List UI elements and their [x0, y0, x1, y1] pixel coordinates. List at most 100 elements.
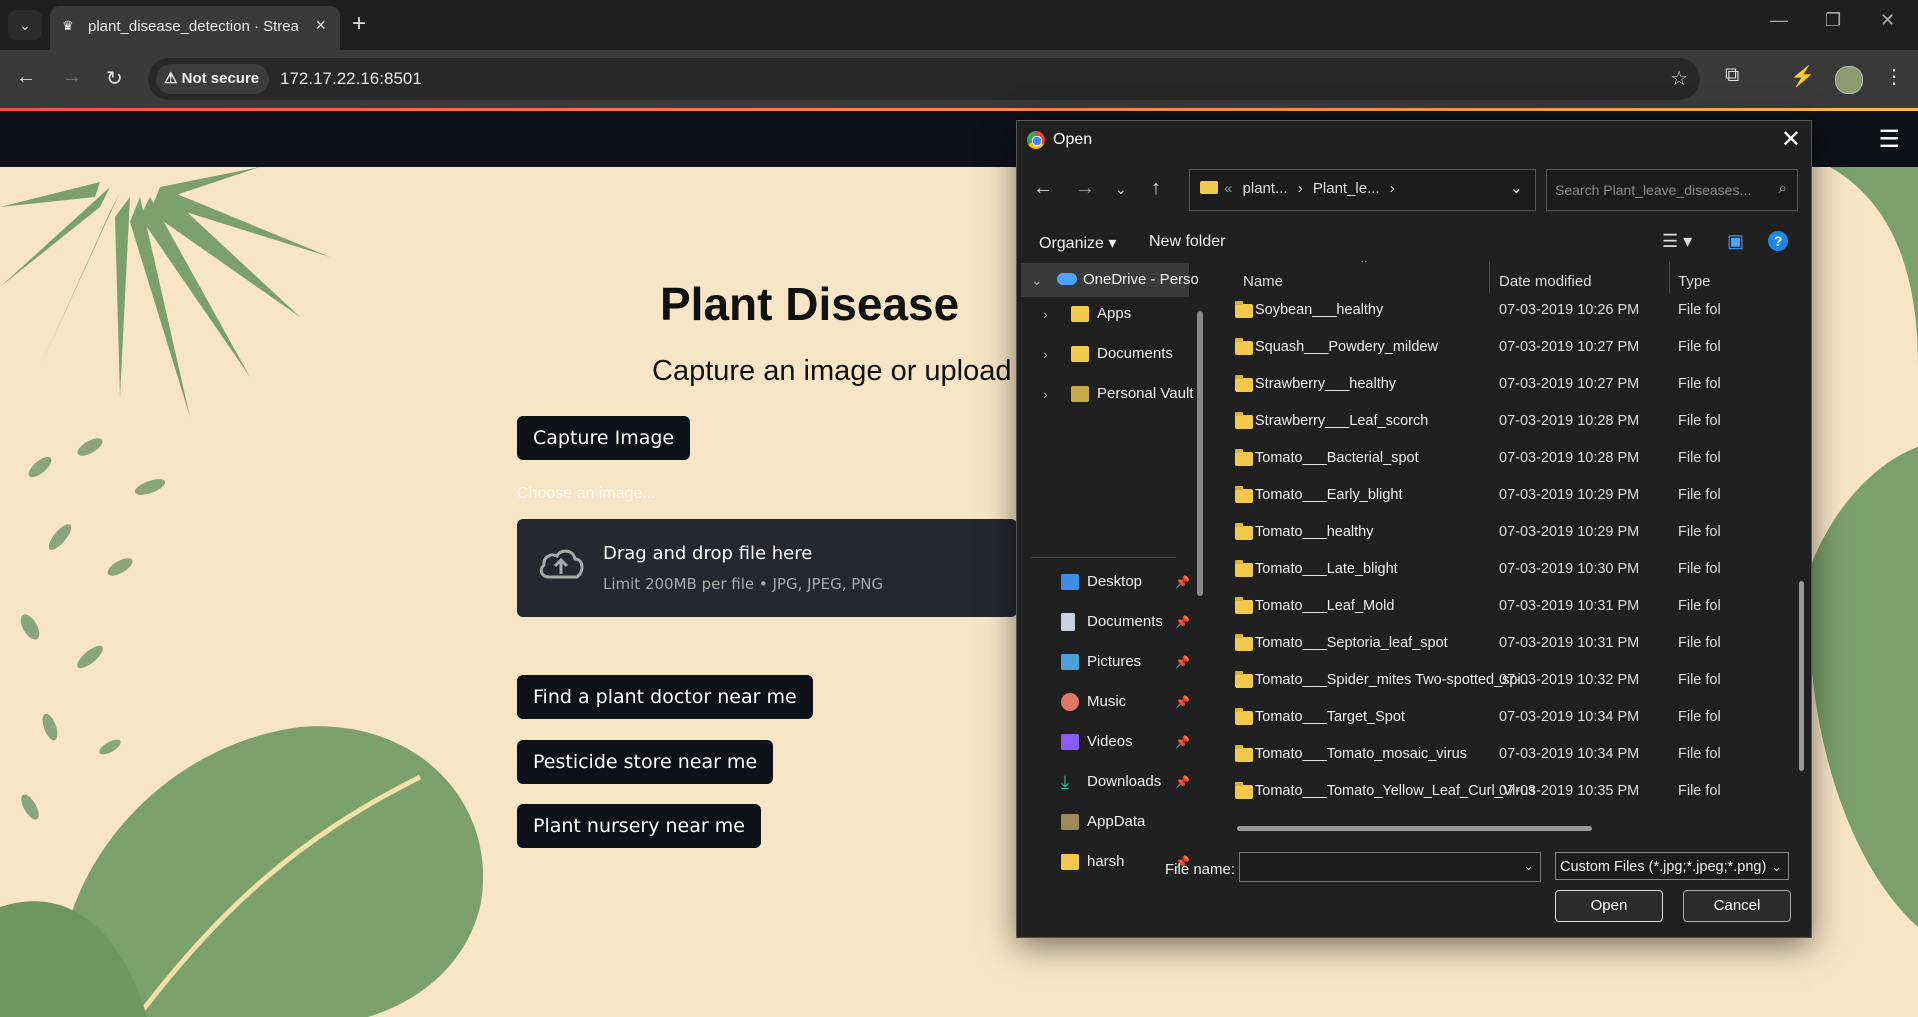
new-tab-icon[interactable]: +	[352, 10, 366, 38]
command-bar: Organize ▾ New folder ☰ ▾ ▣ ?	[1017, 221, 1811, 261]
expand-chevron-icon[interactable]: ⌄	[1031, 263, 1043, 297]
column-divider[interactable]	[1489, 261, 1490, 293]
nav-scrollbar[interactable]	[1197, 311, 1203, 596]
file-name-dropdown-icon[interactable]: ⌄	[1523, 858, 1534, 874]
file-row[interactable]: Tomato___Spider_mites Two-spotted_spi...…	[1213, 663, 1773, 700]
nav-music[interactable]: Music 📌	[1017, 685, 1190, 719]
file-row[interactable]: Squash___Powdery_mildew 07-03-2019 10:27 …	[1213, 330, 1773, 367]
expand-chevron-icon[interactable]: ›	[1043, 297, 1048, 331]
search-placeholder: Search Plant_leave_diseases...	[1555, 182, 1752, 198]
minimize-icon[interactable]: —	[1770, 10, 1788, 31]
help-icon[interactable]: ?	[1768, 231, 1788, 251]
dialog-forward-icon[interactable]: →	[1075, 177, 1095, 200]
file-name-label: File name:	[1165, 861, 1236, 878]
file-list-vertical-scrollbar[interactable]	[1799, 581, 1804, 771]
organize-button[interactable]: Organize ▾	[1039, 233, 1116, 253]
up-folder-icon[interactable]: ↑	[1151, 177, 1161, 200]
file-row[interactable]: Strawberry___healthy 07-03-2019 10:27 PM F…	[1213, 367, 1773, 404]
nav-appdata[interactable]: AppData	[1017, 805, 1189, 839]
nav-harsh[interactable]: harsh 📌	[1017, 845, 1190, 879]
breadcrumb-dropdown-icon[interactable]: ⌄	[1510, 178, 1523, 198]
nav-documents[interactable]: Documents 📌	[1017, 605, 1190, 639]
dialog-search-input[interactable]: Search Plant_leave_diseases... ⌕	[1546, 169, 1798, 211]
nav-personal-vault[interactable]: › Personal Vault	[1017, 377, 1193, 411]
change-view-icon[interactable]: ☰ ▾	[1662, 231, 1692, 252]
file-row[interactable]: Tomato___Leaf_Mold 07-03-2019 10:31 PM Fil…	[1213, 589, 1773, 626]
security-chip[interactable]: ⚠ Not secure	[156, 64, 270, 94]
file-type-filter[interactable]: Custom Files (*.jpg;*.jpeg;*.png) ⌄	[1555, 852, 1789, 880]
address-bar[interactable]: ⚠ Not secure 172.17.22.16:8501 ☆	[148, 58, 1700, 100]
address-breadcrumb[interactable]: « plant... › Plant_le... › ⌄ ↻	[1189, 169, 1691, 211]
new-folder-button[interactable]: New folder	[1149, 233, 1225, 251]
file-row[interactable]: Tomato___Target_Spot 07-03-2019 10:34 PM F…	[1213, 700, 1773, 737]
column-name[interactable]: Name	[1243, 273, 1283, 290]
restore-icon[interactable]: ❐	[1825, 10, 1841, 31]
file-row[interactable]: Tomato___Tomato_Yellow_Leaf_Curl_Virus 07…	[1213, 774, 1773, 811]
file-dropzone[interactable]: Drag and drop file here Limit 200MB per …	[517, 519, 1017, 617]
url-text[interactable]: 172.17.22.16:8501	[280, 69, 422, 89]
capture-image-button[interactable]: Capture Image	[517, 416, 691, 460]
column-divider[interactable]	[1669, 261, 1670, 293]
nav-documents-cloud[interactable]: › Documents	[1017, 337, 1189, 371]
file-row[interactable]: Tomato___Septoria_leaf_spot 07-03-2019 10…	[1213, 626, 1773, 663]
cancel-button[interactable]: Cancel	[1683, 890, 1791, 922]
dropzone-title: Drag and drop file here	[603, 543, 813, 564]
nav-videos[interactable]: Videos 📌	[1017, 725, 1190, 759]
file-type: File fol	[1678, 783, 1721, 799]
file-row[interactable]: Tomato___Late_blight 07-03-2019 10:30 PM F…	[1213, 552, 1773, 589]
extensions-icon[interactable]: ⧉	[1725, 64, 1739, 87]
file-row[interactable]: Tomato___Bacterial_spot 07-03-2019 10:28 …	[1213, 441, 1773, 478]
nav-desktop[interactable]: Desktop 📌	[1017, 565, 1190, 599]
expand-chevron-icon[interactable]: ›	[1043, 377, 1048, 411]
profile-avatar[interactable]	[1835, 66, 1863, 94]
bookmark-star-icon[interactable]: ☆	[1670, 66, 1688, 91]
folder-icon	[1235, 782, 1253, 799]
tab-close-icon[interactable]: ×	[315, 15, 326, 36]
forward-icon[interactable]: →	[62, 66, 82, 89]
file-row[interactable]: Strawberry___Leaf_scorch 07-03-2019 10:28…	[1213, 404, 1773, 441]
file-list-horizontal-scrollbar[interactable]	[1237, 826, 1592, 831]
nav-downloads[interactable]: ⤓ Downloads 📌	[1017, 765, 1190, 799]
back-icon[interactable]: ←	[16, 66, 36, 89]
expand-chevron-icon[interactable]: ›	[1043, 337, 1048, 371]
menu-kebab-icon[interactable]: ⋮	[1884, 64, 1904, 89]
breadcrumb-overflow[interactable]: «	[1224, 180, 1232, 197]
column-date-modified[interactable]: Date modified	[1499, 273, 1592, 290]
page-title: Plant Disease	[660, 278, 960, 330]
nav-pictures[interactable]: Pictures 📌	[1017, 645, 1190, 679]
recent-locations-icon[interactable]: ⌄	[1115, 181, 1127, 198]
file-name: Soybean___healthy	[1255, 302, 1384, 318]
file-name-input[interactable]: ⌄	[1239, 852, 1541, 882]
find-plant-doctor-button[interactable]: Find a plant doctor near me	[517, 675, 813, 719]
filter-dropdown-icon[interactable]: ⌄	[1771, 853, 1782, 881]
page-subtitle: Capture an image or upload	[652, 355, 1012, 387]
reload-icon[interactable]: ↻	[106, 66, 123, 91]
performance-icon[interactable]: ⚡	[1790, 64, 1815, 89]
videos-icon	[1061, 734, 1079, 750]
chrome-icon	[1027, 131, 1045, 149]
pesticide-store-button[interactable]: Pesticide store near me	[517, 740, 774, 784]
folder-icon	[1235, 375, 1253, 392]
column-type[interactable]: Type	[1678, 273, 1711, 290]
tab-search-button[interactable]: ⌄	[8, 10, 42, 40]
nav-onedrive[interactable]: ⌄ OneDrive - Perso	[1021, 263, 1199, 297]
search-icon[interactable]: ⌕	[1779, 180, 1787, 197]
breadcrumb-plant-leave[interactable]: Plant_le...	[1313, 180, 1380, 197]
browser-tab[interactable]: ♛ plant_disease_detection · Streamlit ×	[50, 6, 340, 50]
preview-pane-icon[interactable]: ▣	[1727, 231, 1744, 252]
nav-apps[interactable]: › Apps	[1017, 297, 1189, 331]
plant-nursery-button[interactable]: Plant nursery near me	[517, 804, 761, 848]
file-row[interactable]: Tomato___healthy 07-03-2019 10:29 PM File …	[1213, 515, 1773, 552]
file-row[interactable]: Tomato___Early_blight 07-03-2019 10:29 PM…	[1213, 478, 1773, 515]
breadcrumb-plant[interactable]: plant...	[1243, 180, 1288, 197]
dialog-back-icon[interactable]: ←	[1033, 177, 1053, 200]
hamburger-menu-icon[interactable]: ☰	[1878, 125, 1900, 154]
dialog-close-icon[interactable]: ✕	[1781, 125, 1801, 154]
open-button[interactable]: Open	[1555, 890, 1663, 922]
window-close-icon[interactable]: ✕	[1880, 10, 1895, 31]
file-name: Tomato___Leaf_Mold	[1255, 598, 1395, 614]
file-row[interactable]: Tomato___Tomato_mosaic_virus 07-03-2019 1…	[1213, 737, 1773, 774]
folder-icon	[1071, 346, 1089, 362]
pin-icon: 📌	[1175, 655, 1190, 669]
file-row[interactable]: Soybean___healthy 07-03-2019 10:26 PM File…	[1213, 293, 1773, 330]
